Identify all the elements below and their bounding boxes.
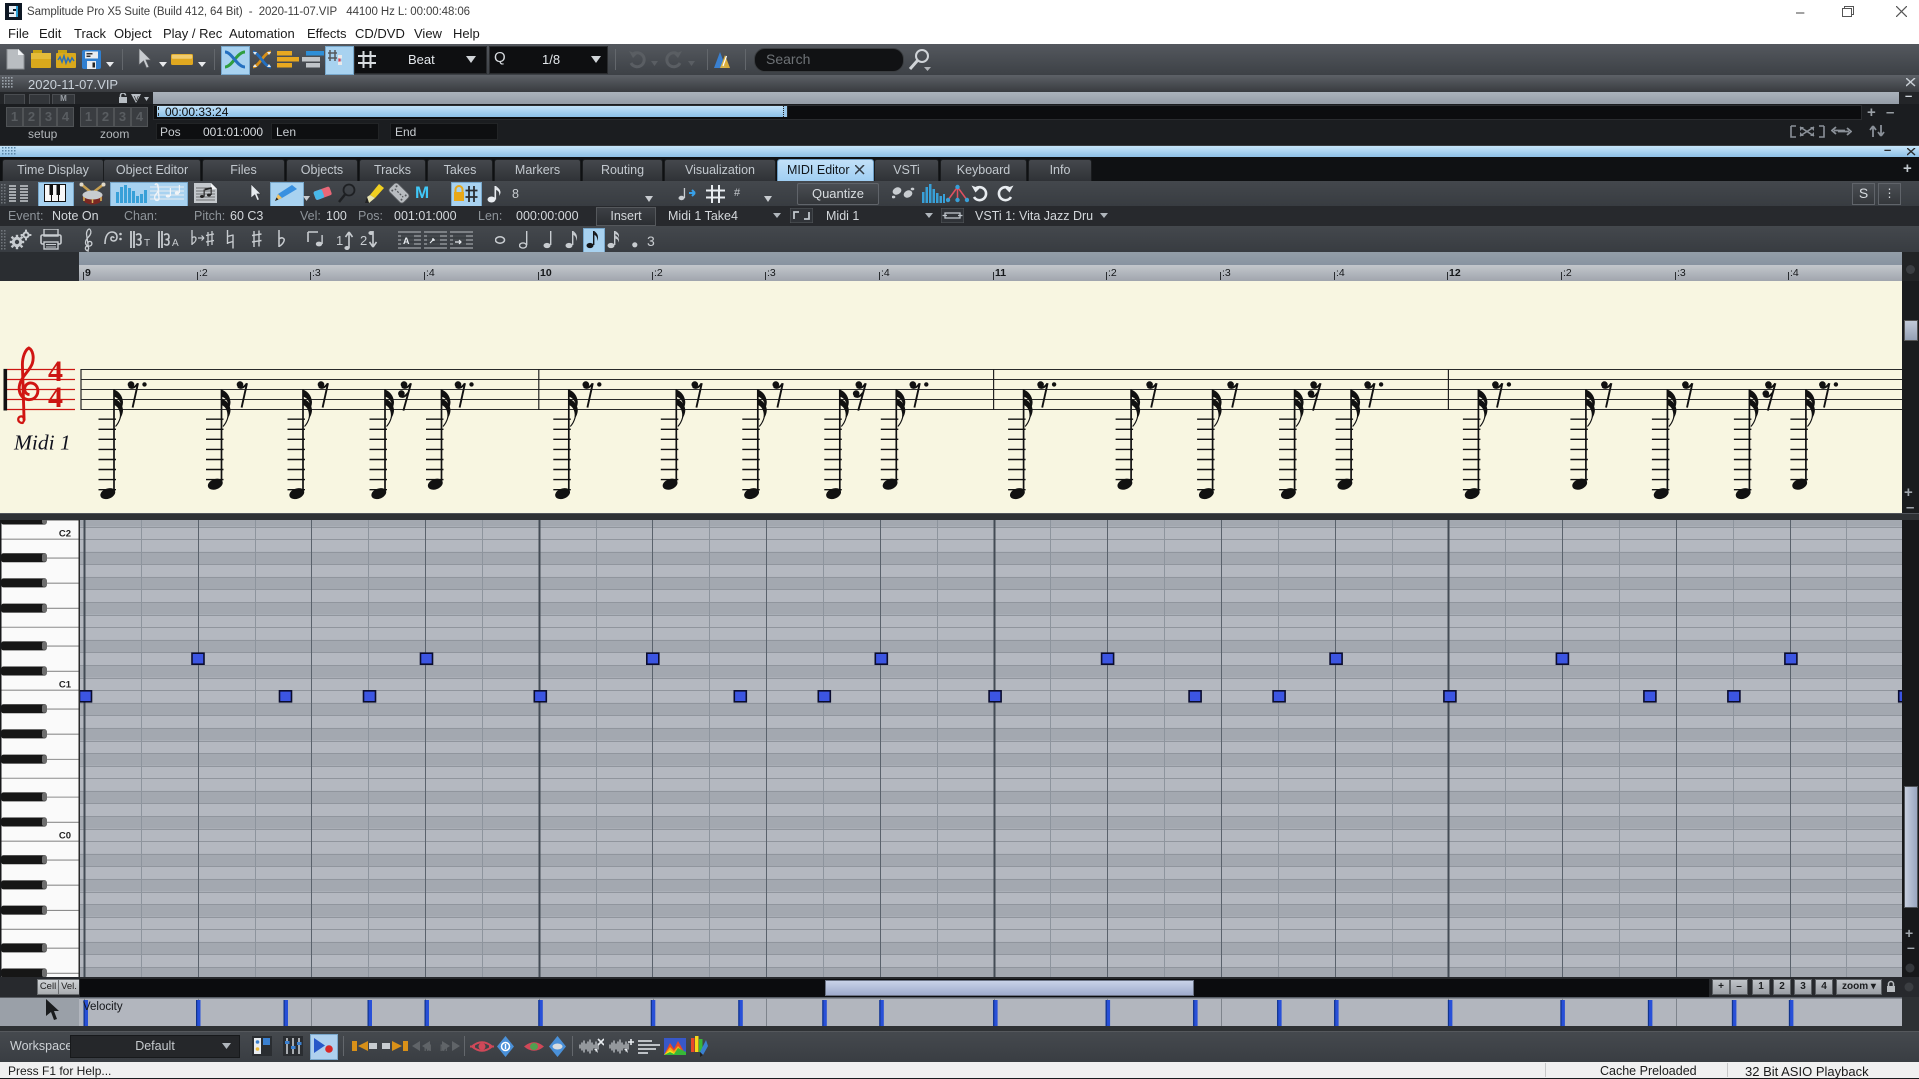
svg-text:C1: C1 [59, 680, 72, 691]
svg-text:C2: C2 [59, 529, 71, 540]
svg-text:1: 1 [336, 233, 343, 248]
svg-text:A: A [172, 238, 179, 249]
svg-text:M: M [440, 1043, 448, 1053]
svg-text:Velocity: Velocity [83, 1001, 123, 1013]
svg-text:2: 2 [360, 233, 367, 248]
svg-text:Midi 1: Midi 1 [13, 431, 71, 455]
svg-text:4: 4 [48, 381, 63, 414]
svg-text:V: V [134, 96, 139, 103]
svg-text:T: T [144, 238, 150, 249]
svg-text:A: A [403, 236, 410, 246]
svg-text:M: M [424, 1043, 432, 1053]
svg-text:C0: C0 [59, 831, 71, 842]
